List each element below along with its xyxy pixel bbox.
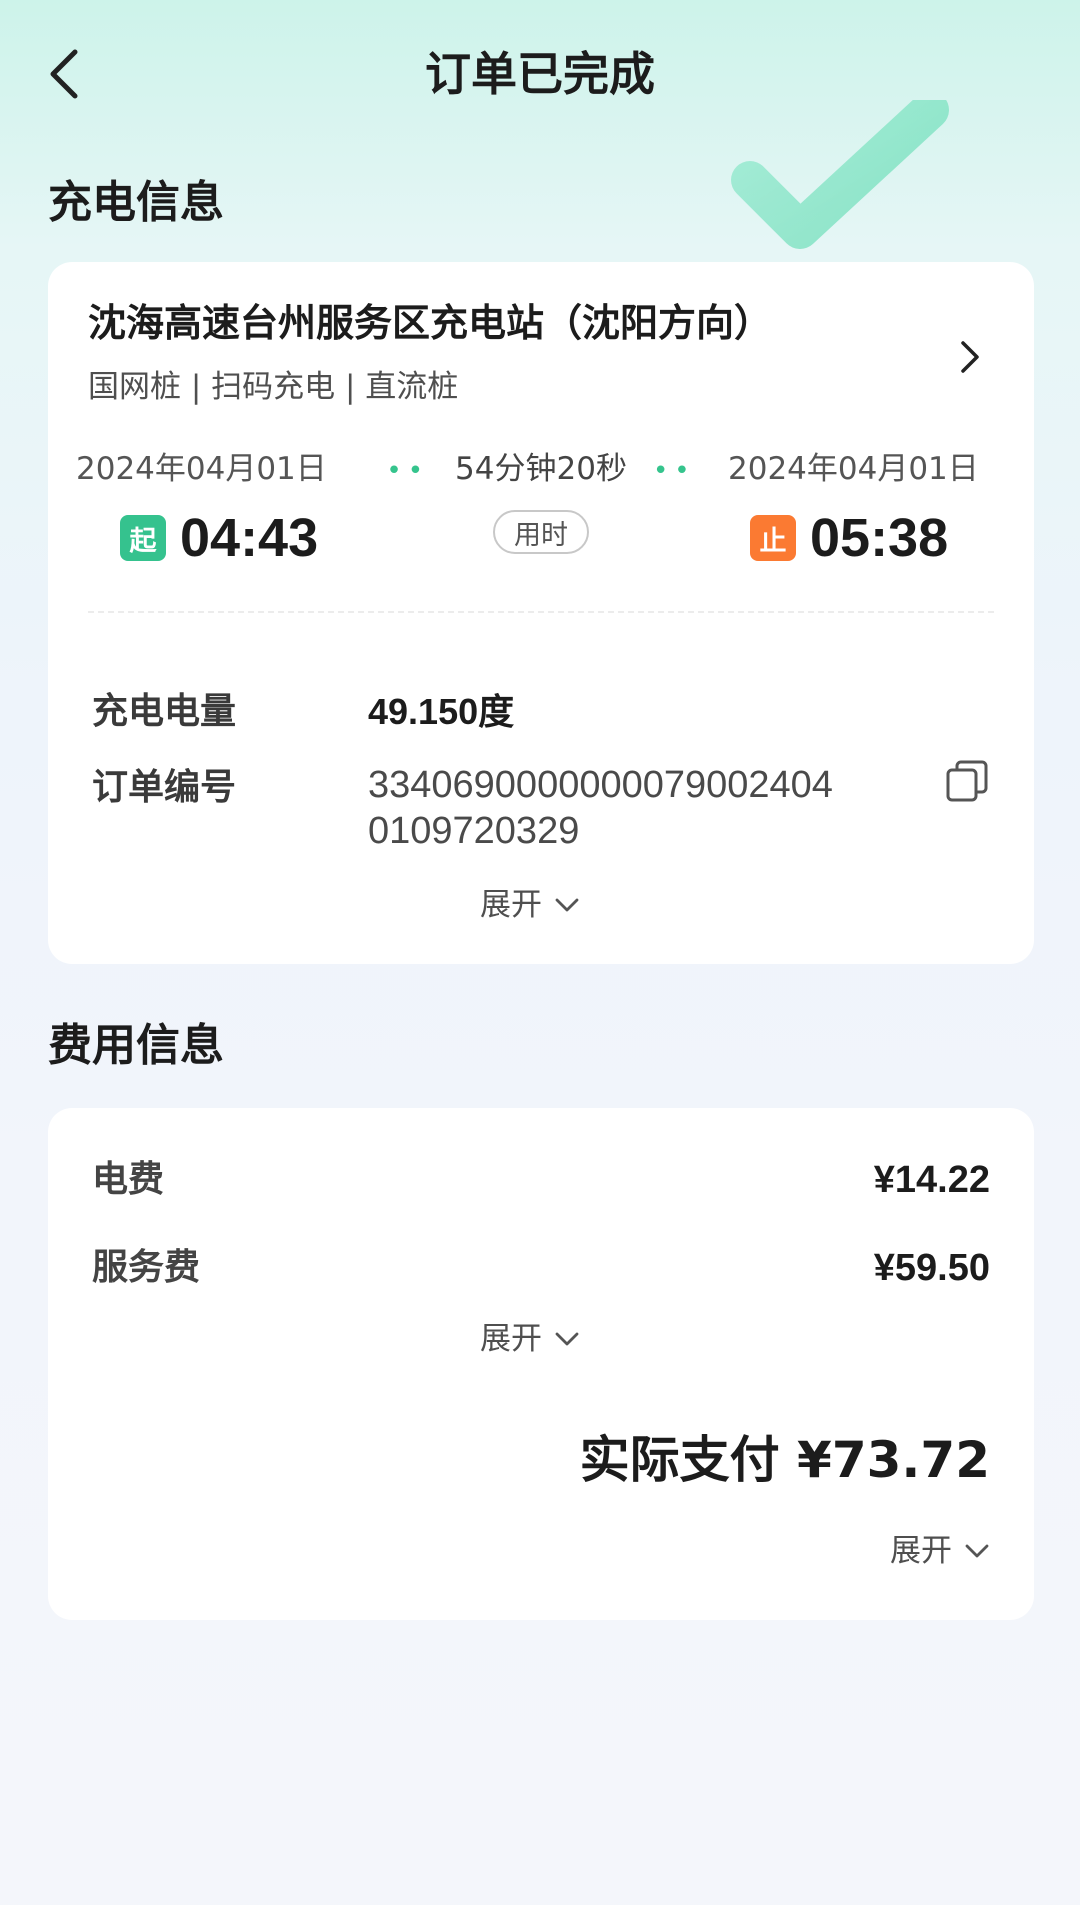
end-date: 2024年04月01日 [728,451,979,487]
electricity-fee-value: ¥14.22 [873,1159,990,1201]
end-time: 05:38 [810,508,949,568]
start-time-block: 起 04:43 [120,506,318,570]
expand-label: 展开 [480,1321,542,1357]
duration-label: 用时 [493,510,589,554]
expand-label: 展开 [890,1533,952,1569]
fee-info-card: 电费 ¥14.22 服务费 ¥59.50 展开 实际支付 ¥73.72 展开 [48,1108,1034,1620]
dashed-divider [88,611,994,613]
expand-label: 展开 [480,887,542,923]
energy-value: 49.150度 [368,691,515,732]
fee-section-title: 费用信息 [48,1020,224,1071]
chevron-down-icon [965,1544,989,1558]
total-expand-button[interactable]: 展开 [890,1530,990,1572]
start-badge: 起 [120,515,166,561]
station-name[interactable]: 沈海高速台州服务区充电站（沈阳方向） [88,298,772,348]
chevron-right-icon [961,341,979,373]
energy-label: 充电电量 [92,691,237,732]
total-paid: 实际支付 ¥73.72 [579,1431,990,1489]
dots-left-icon: •• [386,456,430,486]
start-time: 04:43 [180,508,319,568]
electricity-fee-label: 电费 [92,1159,165,1200]
order-number-value: 33406900000000790024040109720329 [368,764,833,852]
dots-right-icon: •• [652,456,696,486]
copy-icon [946,760,988,802]
duration-value: 54分钟20秒 [455,451,627,487]
end-badge: 止 [750,515,796,561]
charging-expand-button[interactable]: 展开 [480,884,580,926]
chevron-down-icon [555,1332,579,1346]
charging-info-card: 沈海高速台州服务区充电站（沈阳方向） 国网桩 | 扫码充电 | 直流桩 2024… [48,262,1034,964]
chevron-down-icon [555,898,579,912]
service-fee-value: ¥59.50 [873,1247,990,1289]
charging-section-title: 充电信息 [48,177,224,228]
copy-order-button[interactable] [944,758,990,804]
nav-header: 订单已完成 [0,0,1080,150]
station-detail-button[interactable] [950,332,990,382]
fee-expand-button[interactable]: 展开 [480,1318,580,1360]
service-fee-label: 服务费 [92,1247,201,1288]
page-title: 订单已完成 [425,47,655,101]
end-time-block: 止 05:38 [750,506,948,570]
order-number-label: 订单编号 [92,767,237,808]
station-tags: 国网桩 | 扫码充电 | 直流桩 [88,369,459,405]
